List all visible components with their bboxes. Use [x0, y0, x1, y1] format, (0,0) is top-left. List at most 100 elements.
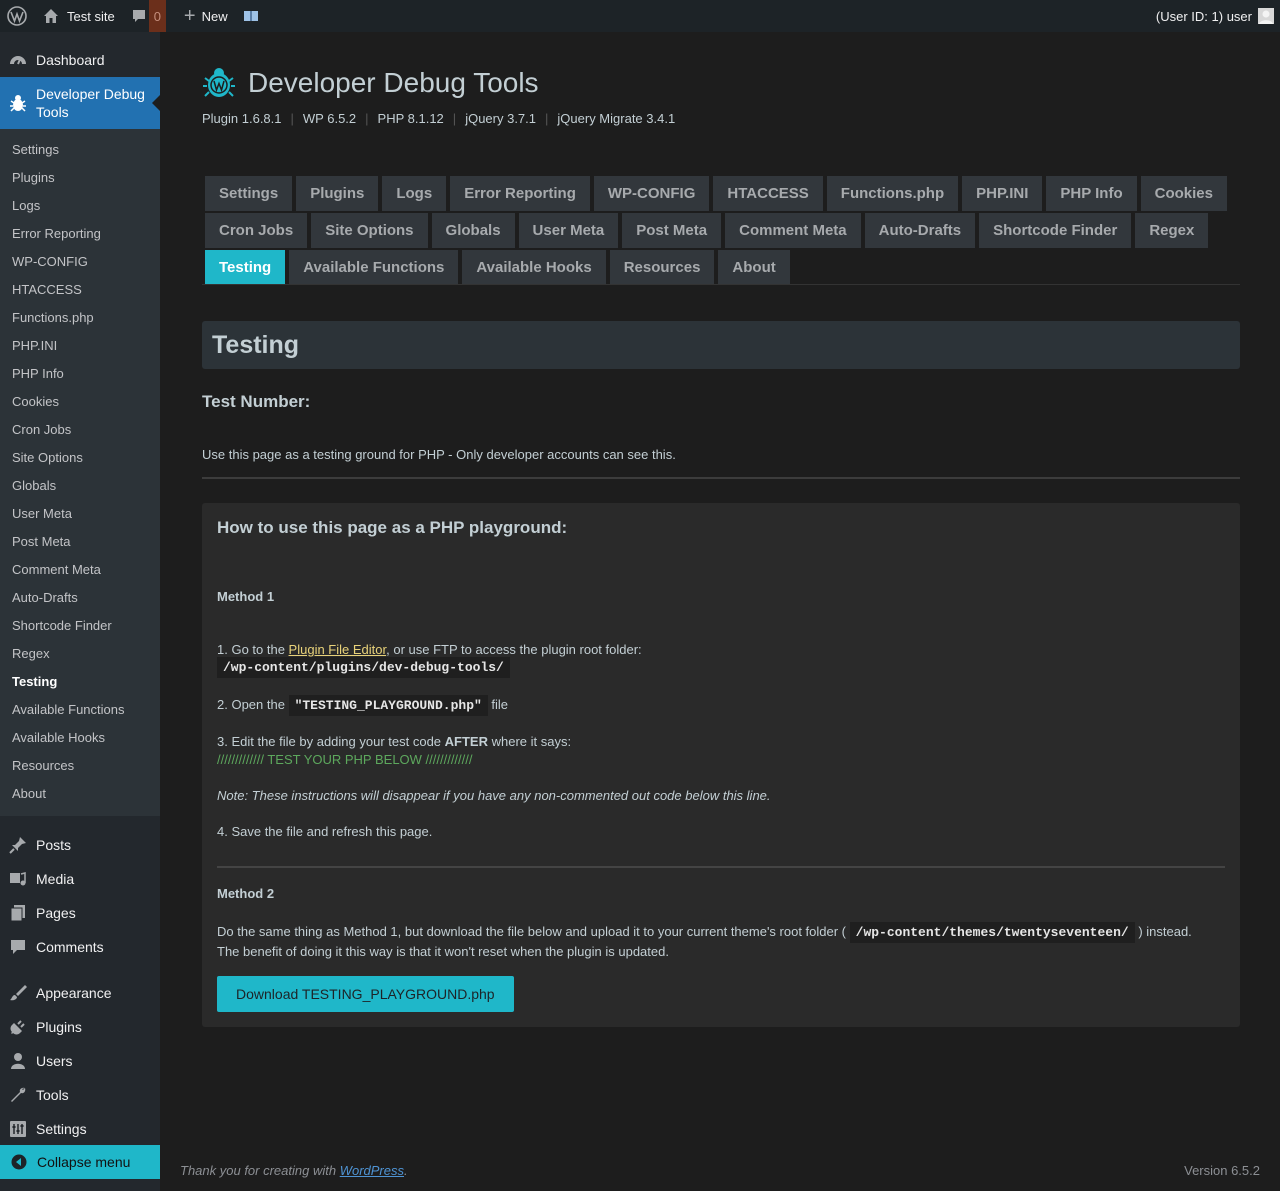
- tab-site-options[interactable]: Site Options: [311, 213, 428, 248]
- tab-plugins[interactable]: Plugins: [296, 176, 379, 211]
- menu-developer-debug-tools[interactable]: Developer Debug Tools: [0, 77, 160, 129]
- tab-about[interactable]: About: [718, 250, 790, 285]
- submenu-item-post-meta[interactable]: Post Meta: [0, 528, 160, 556]
- plugin-file-editor-link[interactable]: Plugin File Editor: [289, 642, 387, 657]
- submenu-item-auto-drafts[interactable]: Auto-Drafts: [0, 584, 160, 612]
- submenu-item-plugins[interactable]: Plugins: [0, 164, 160, 192]
- step-3: 3. Edit the file by adding your test cod…: [217, 734, 571, 749]
- tab-user-meta[interactable]: User Meta: [518, 213, 619, 248]
- book-icon-link[interactable]: [236, 0, 266, 32]
- version-php: PHP 8.1.12: [377, 111, 444, 126]
- comments-link[interactable]: 0: [123, 0, 166, 32]
- menu-label: Developer Debug Tools: [36, 86, 145, 120]
- site-name: Test site: [67, 8, 115, 24]
- tab-available-functions[interactable]: Available Functions: [289, 250, 459, 285]
- menu-dashboard[interactable]: Dashboard: [0, 43, 160, 77]
- submenu-item-functions-php[interactable]: Functions.php: [0, 304, 160, 332]
- tab-shortcode-finder[interactable]: Shortcode Finder: [979, 213, 1132, 248]
- tab-post-meta[interactable]: Post Meta: [622, 213, 722, 248]
- tab-cron-jobs[interactable]: Cron Jobs: [205, 213, 308, 248]
- collapse-menu-button[interactable]: Collapse menu: [0, 1145, 160, 1179]
- submenu-item-php-ini[interactable]: PHP.INI: [0, 332, 160, 360]
- tab-php-info[interactable]: PHP Info: [1046, 176, 1137, 211]
- comments-icon: [0, 938, 36, 956]
- tab-available-hooks[interactable]: Available Hooks: [462, 250, 606, 285]
- submenu-item-regex[interactable]: Regex: [0, 640, 160, 668]
- submenu-item-shortcode-finder[interactable]: Shortcode Finder: [0, 612, 160, 640]
- step-2-text-post: file: [487, 697, 509, 712]
- tab-htaccess[interactable]: HTACCESS: [713, 176, 823, 211]
- tab-logs[interactable]: Logs: [382, 176, 447, 211]
- avatar: [1258, 8, 1274, 24]
- appearance-icon: [0, 984, 36, 1002]
- submenu-item-wp-config[interactable]: WP-CONFIG: [0, 248, 160, 276]
- menu-pages[interactable]: Pages: [0, 896, 160, 930]
- collapse-icon: [0, 1154, 37, 1170]
- menu-appearance[interactable]: Appearance: [0, 976, 160, 1010]
- menu-settings[interactable]: Settings: [0, 1112, 160, 1146]
- submenu-item-cookies[interactable]: Cookies: [0, 388, 160, 416]
- submenu-item-testing[interactable]: Testing: [0, 668, 160, 696]
- tab-settings[interactable]: Settings: [205, 176, 293, 211]
- new-label: New: [201, 8, 228, 24]
- menu-users[interactable]: Users: [0, 1044, 160, 1078]
- step-2: 2. Open the "TESTING_PLAYGROUND.php" fil…: [217, 695, 509, 716]
- menu-comments[interactable]: Comments: [0, 930, 160, 964]
- submenu-item-user-meta[interactable]: User Meta: [0, 500, 160, 528]
- tab-testing[interactable]: Testing: [205, 250, 286, 285]
- version-plugin: Plugin 1.6.8.1: [202, 111, 282, 126]
- new-content-link[interactable]: + New: [176, 0, 236, 32]
- tab-functions-php[interactable]: Functions.php: [826, 176, 959, 211]
- step-3-text-post: where it says:: [487, 734, 572, 749]
- menu-plugins[interactable]: Plugins: [0, 1010, 160, 1044]
- step-3-bold: AFTER: [444, 734, 488, 749]
- tab-wp-config[interactable]: WP-CONFIG: [593, 176, 710, 211]
- bug-logo-icon: [203, 68, 235, 97]
- submenu-item-htaccess[interactable]: HTACCESS: [0, 276, 160, 304]
- submenu-item-available-functions[interactable]: Available Functions: [0, 696, 160, 724]
- wordpress-link[interactable]: WordPress: [340, 1163, 404, 1178]
- tab-cookies[interactable]: Cookies: [1140, 176, 1227, 211]
- submenu-item-available-hooks[interactable]: Available Hooks: [0, 724, 160, 752]
- wordpress-logo-icon[interactable]: [0, 0, 34, 32]
- menu-media[interactable]: Media: [0, 862, 160, 896]
- menu-posts[interactable]: Posts: [0, 828, 160, 862]
- user-account-link[interactable]: (User ID: 1) user: [1148, 0, 1280, 32]
- divider: [202, 477, 1240, 479]
- tab-resources[interactable]: Resources: [609, 250, 715, 285]
- step-2-text: 2. Open the: [217, 697, 289, 712]
- submenu-item-globals[interactable]: Globals: [0, 472, 160, 500]
- submenu-item-cron-jobs[interactable]: Cron Jobs: [0, 416, 160, 444]
- tab-error-reporting[interactable]: Error Reporting: [450, 176, 590, 211]
- media-icon: [0, 870, 36, 888]
- submenu-item-logs[interactable]: Logs: [0, 192, 160, 220]
- menu-label: Tools: [36, 1087, 69, 1103]
- footer-thanks: Thank you for creating with WordPress.: [180, 1163, 408, 1178]
- submenu-item-about[interactable]: About: [0, 780, 160, 808]
- tab-auto-drafts[interactable]: Auto-Drafts: [864, 213, 976, 248]
- tab-regex[interactable]: Regex: [1135, 213, 1209, 248]
- tab-globals[interactable]: Globals: [431, 213, 515, 248]
- footer-text-end: .: [404, 1163, 408, 1178]
- test-number-label: Test Number:: [202, 392, 311, 411]
- comments-count: 0: [148, 0, 166, 32]
- method-1-heading: Method 1: [217, 589, 275, 604]
- tab-comment-meta[interactable]: Comment Meta: [725, 213, 861, 248]
- submenu-item-resources[interactable]: Resources: [0, 752, 160, 780]
- tab-php-ini[interactable]: PHP.INI: [962, 176, 1043, 211]
- menu-tools[interactable]: Tools: [0, 1078, 160, 1112]
- menu-label: Posts: [36, 837, 72, 853]
- submenu-item-settings[interactable]: Settings: [0, 136, 160, 164]
- submenu-item-error-reporting[interactable]: Error Reporting: [0, 220, 160, 248]
- version-separator: |: [290, 111, 294, 126]
- instructions-panel: How to use this page as a PHP playground…: [202, 503, 1240, 1027]
- download-playground-button[interactable]: Download TESTING_PLAYGROUND.php: [217, 976, 514, 1012]
- page-title: Developer Debug Tools: [248, 67, 539, 98]
- pages-icon: [0, 904, 36, 922]
- site-name-link[interactable]: Test site: [34, 0, 123, 32]
- submenu-item-site-options[interactable]: Site Options: [0, 444, 160, 472]
- submenu-item-php-info[interactable]: PHP Info: [0, 360, 160, 388]
- submenu-item-comment-meta[interactable]: Comment Meta: [0, 556, 160, 584]
- test-marker-comment: ///////////// TEST YOUR PHP BELOW //////…: [217, 752, 473, 767]
- menu-label: Media: [36, 871, 75, 887]
